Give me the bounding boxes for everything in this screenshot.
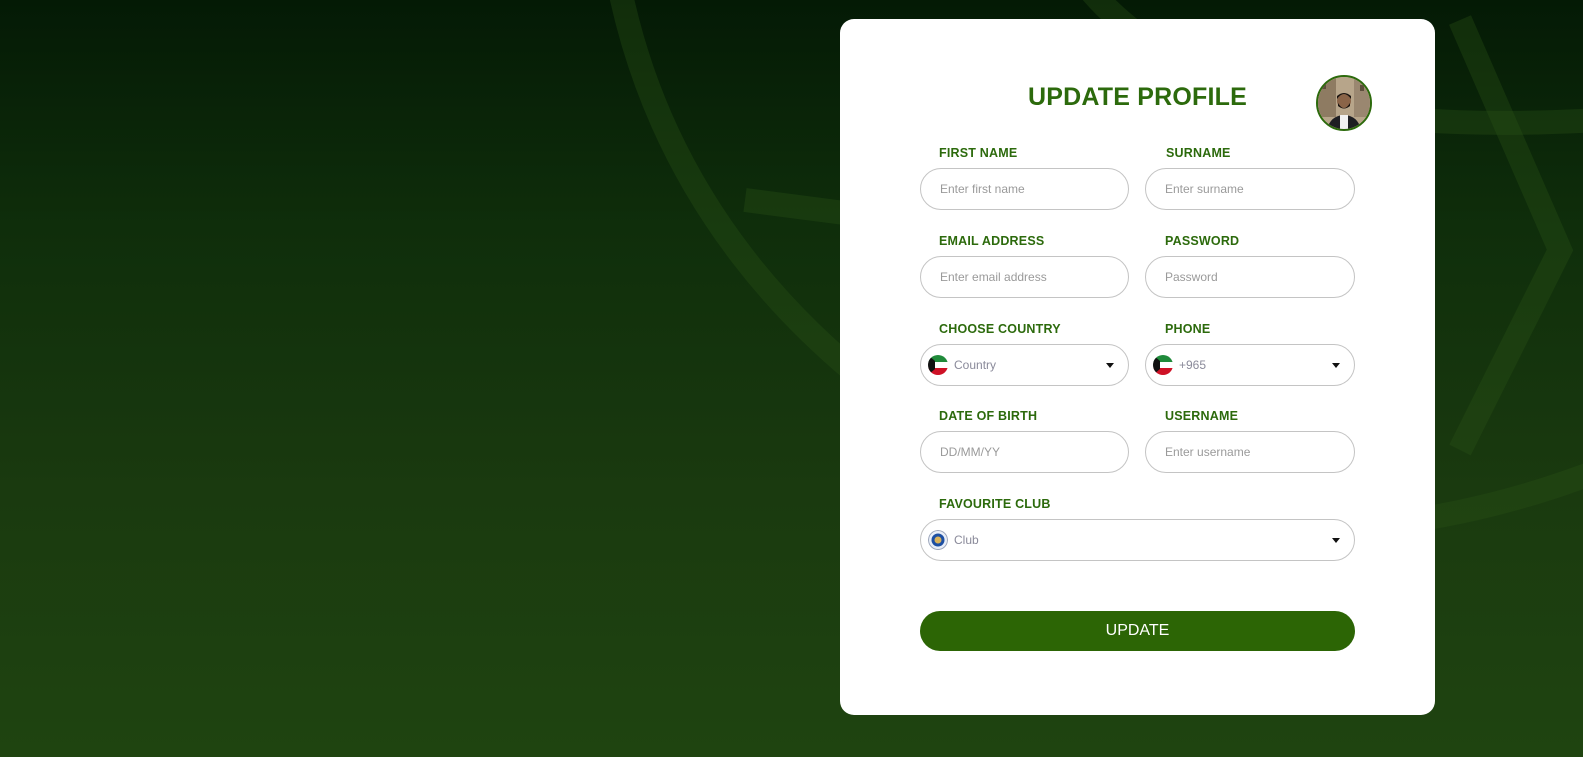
kuwait-flag-icon bbox=[1153, 355, 1173, 375]
surname-input[interactable] bbox=[1145, 168, 1355, 210]
username-input[interactable] bbox=[1145, 431, 1355, 473]
dob-input[interactable] bbox=[920, 431, 1129, 473]
first-name-input[interactable] bbox=[920, 168, 1129, 210]
password-label: PASSWORD bbox=[1165, 234, 1240, 248]
update-profile-card: UPDATE PROFILE FIRST NAME SURNAME EMAIL … bbox=[840, 19, 1435, 715]
kuwait-flag-icon bbox=[928, 355, 948, 375]
country-select[interactable]: Country bbox=[920, 344, 1129, 386]
phone-label: PHONE bbox=[1165, 322, 1211, 336]
chevron-down-icon bbox=[1332, 362, 1340, 368]
username-label: USERNAME bbox=[1165, 409, 1239, 423]
club-crest-icon bbox=[928, 530, 948, 550]
password-field[interactable] bbox=[1145, 256, 1355, 298]
email-field[interactable] bbox=[920, 256, 1129, 298]
update-button[interactable]: UPDATE bbox=[920, 611, 1355, 651]
dob-label: DATE OF BIRTH bbox=[939, 409, 1038, 423]
country-label: CHOOSE COUNTRY bbox=[939, 322, 1061, 336]
surname-label: SURNAME bbox=[1166, 146, 1231, 160]
phone-code-select[interactable]: +965 bbox=[1145, 344, 1355, 386]
club-select-value: Club bbox=[954, 533, 979, 547]
phone-code-value: +965 bbox=[1179, 358, 1207, 372]
avatar-image bbox=[1318, 77, 1370, 129]
first-name-label: FIRST NAME bbox=[939, 146, 1018, 160]
chevron-down-icon bbox=[1332, 537, 1340, 543]
country-select-value: Country bbox=[954, 358, 997, 372]
email-label: EMAIL ADDRESS bbox=[939, 234, 1045, 248]
club-label: FAVOURITE CLUB bbox=[939, 497, 1051, 511]
club-select[interactable]: Club bbox=[920, 519, 1355, 561]
avatar[interactable] bbox=[1316, 75, 1372, 131]
chevron-down-icon bbox=[1106, 362, 1114, 368]
